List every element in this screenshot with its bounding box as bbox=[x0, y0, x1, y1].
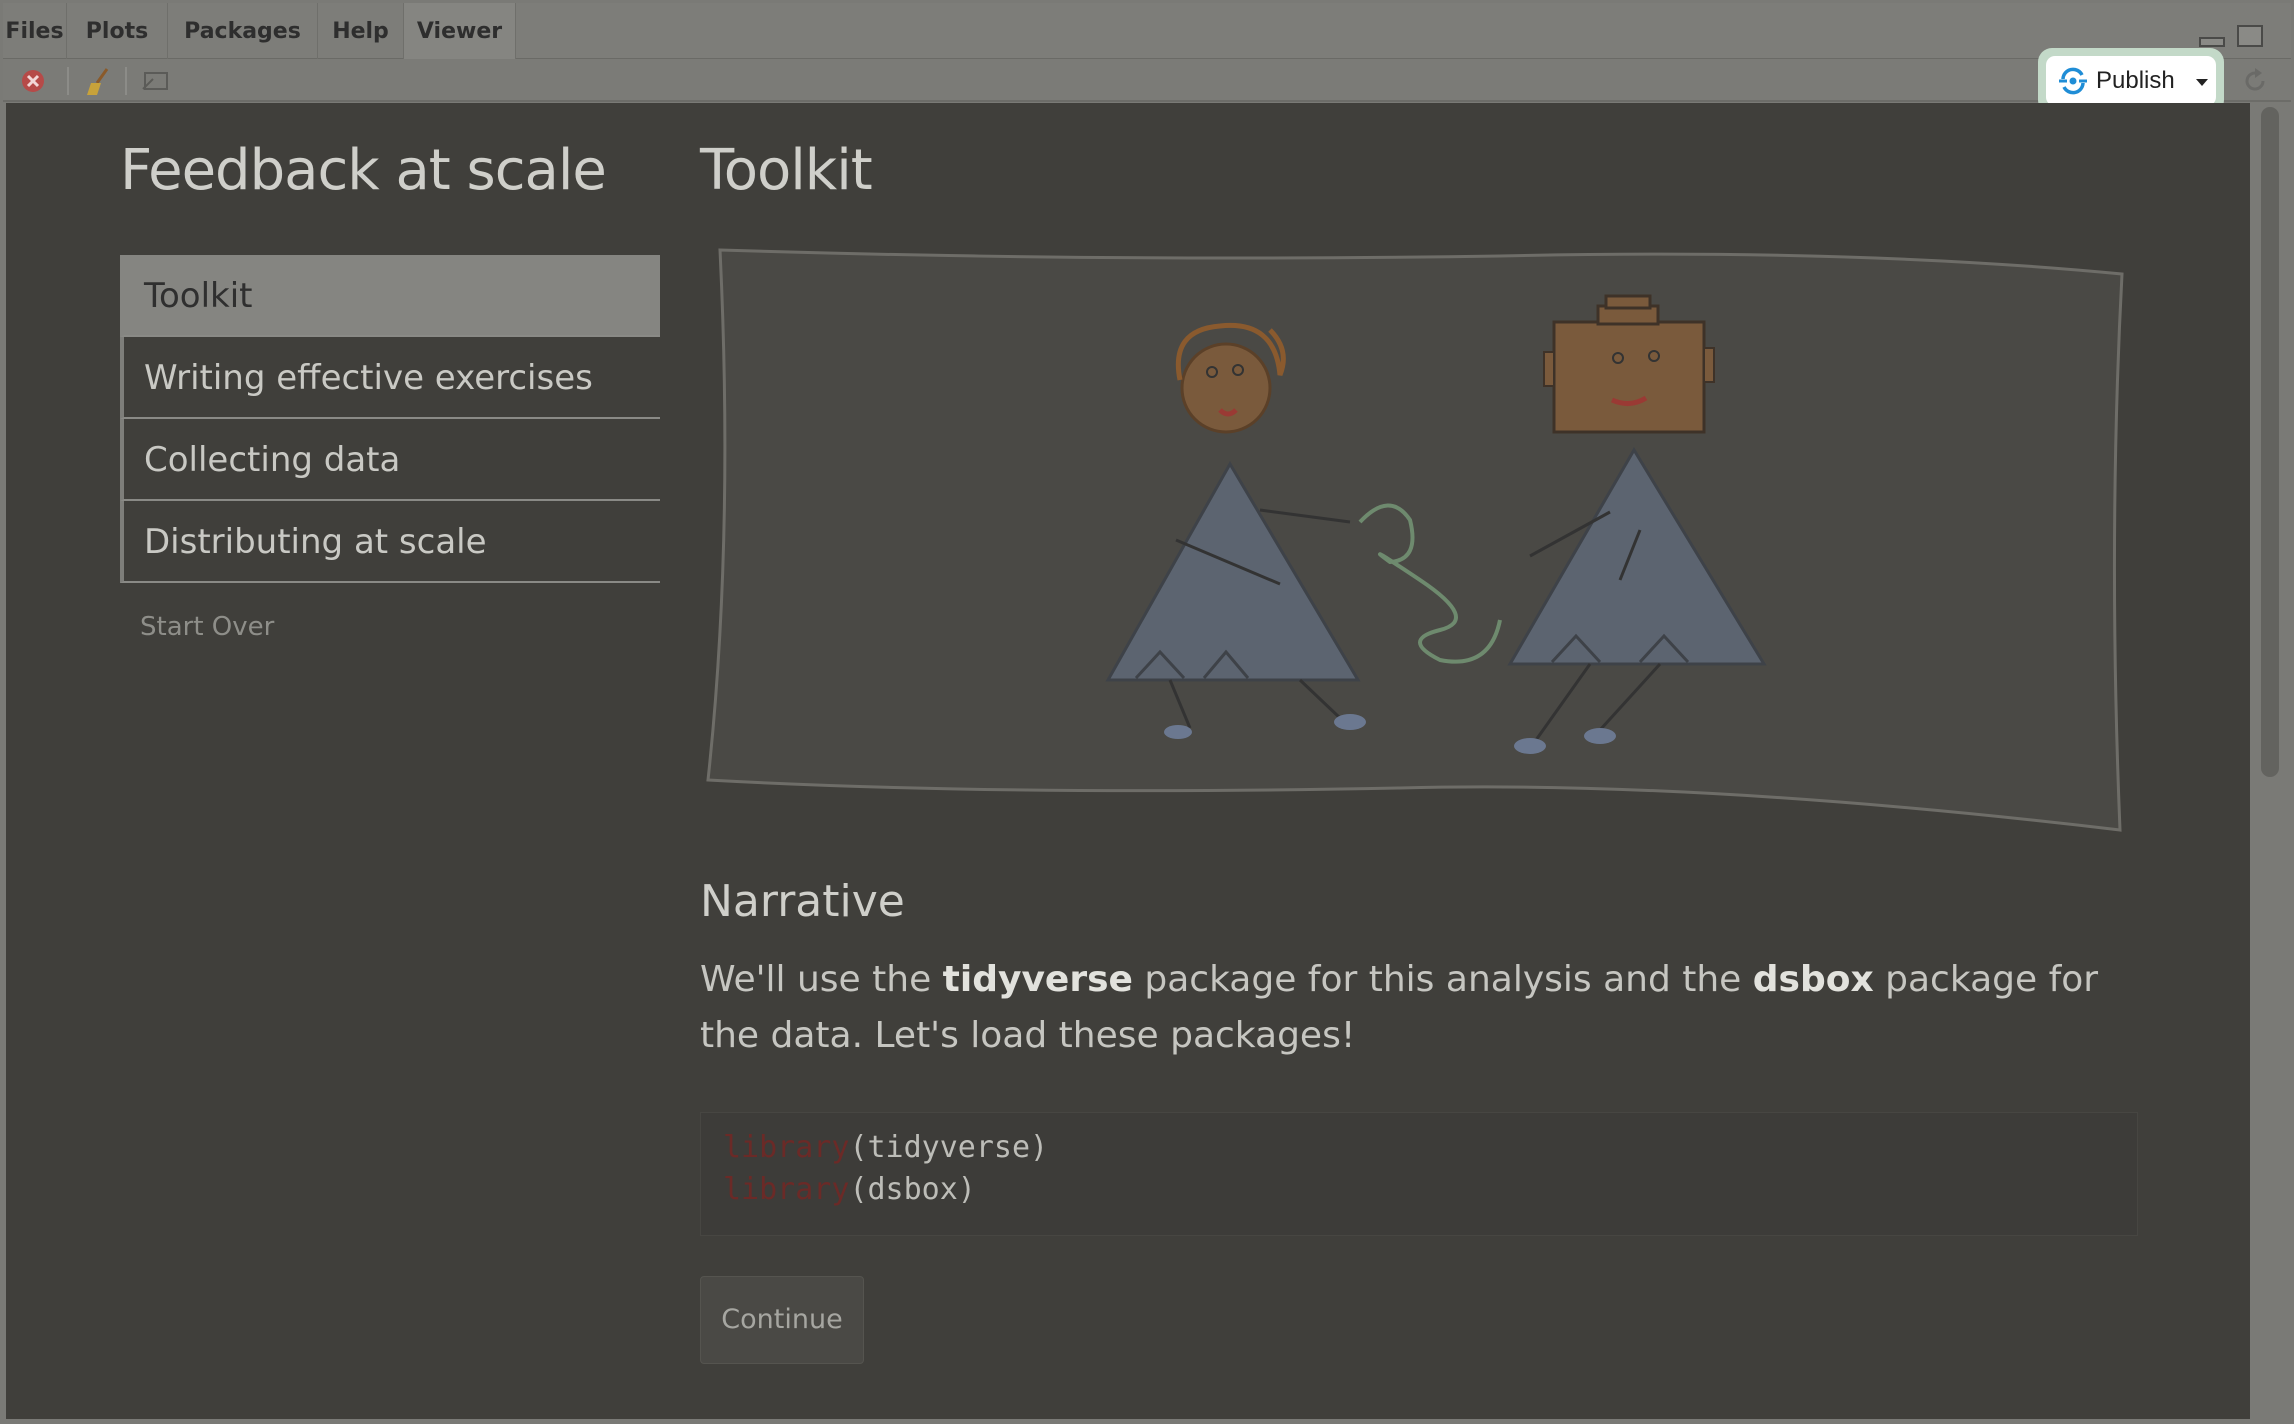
robot-shoe bbox=[1514, 738, 1546, 754]
robot-hat-top bbox=[1604, 294, 1652, 310]
girl-shoe bbox=[1164, 725, 1192, 739]
robot-shoe bbox=[1584, 728, 1616, 744]
tab-packages[interactable]: Packages bbox=[168, 3, 318, 59]
viewer-toolbar bbox=[3, 59, 2291, 102]
nav-item-toolkit[interactable]: Toolkit bbox=[120, 255, 660, 337]
code-argument: (dsbox) bbox=[849, 1172, 976, 1207]
start-over-link[interactable]: Start Over bbox=[140, 612, 274, 642]
toolbar-separator bbox=[125, 67, 127, 95]
tutorial-nav: Toolkit Writing effective exercises Coll… bbox=[120, 255, 660, 583]
toolbar-separator bbox=[67, 67, 69, 95]
continue-button[interactable]: Continue bbox=[700, 1276, 864, 1364]
clear-broom-icon[interactable] bbox=[83, 65, 115, 97]
code-line: library(dsbox) bbox=[723, 1169, 2115, 1211]
show-in-window-icon[interactable] bbox=[139, 65, 171, 97]
nav-item-writing-effective-exercises[interactable]: Writing effective exercises bbox=[120, 337, 660, 419]
minimize-pane-icon[interactable] bbox=[2199, 37, 2225, 47]
code-block: library(tidyverse) library(dsbox) bbox=[700, 1112, 2138, 1236]
tab-help[interactable]: Help bbox=[318, 3, 404, 59]
para-text: We'll use the bbox=[700, 959, 943, 1000]
publish-dropdown-icon[interactable] bbox=[2196, 79, 2208, 86]
robot-ear bbox=[1543, 351, 1555, 387]
girl-head bbox=[1180, 342, 1272, 434]
publish-label: Publish bbox=[2096, 67, 2175, 94]
tab-viewer[interactable]: Viewer bbox=[404, 3, 516, 59]
remove-viewer-icon[interactable] bbox=[17, 65, 49, 97]
code-function: library bbox=[723, 1172, 850, 1207]
code-line: library(tidyverse) bbox=[723, 1127, 2115, 1169]
para-package-dsbox: dsbox bbox=[1752, 959, 1874, 1000]
girl-shoe bbox=[1334, 714, 1366, 730]
tutorial-title: Feedback at scale bbox=[120, 138, 607, 203]
robot-head bbox=[1552, 320, 1706, 434]
para-text: package for this analysis and the bbox=[1132, 959, 1753, 1000]
robot-ear bbox=[1703, 347, 1715, 383]
toolkit-illustration bbox=[706, 248, 2124, 832]
narrative-paragraph: We'll use the tidyverse package for this… bbox=[700, 952, 2140, 1064]
refresh-icon[interactable] bbox=[2239, 65, 2271, 97]
para-package-tidyverse: tidyverse bbox=[942, 959, 1133, 1000]
pane-tab-bar: Files Plots Packages Help Viewer bbox=[3, 3, 2291, 59]
nav-item-collecting-data[interactable]: Collecting data bbox=[120, 419, 660, 501]
maximize-pane-icon[interactable] bbox=[2237, 25, 2263, 47]
tab-plots[interactable]: Plots bbox=[67, 3, 168, 59]
tab-files[interactable]: Files bbox=[3, 3, 67, 59]
section-title: Toolkit bbox=[700, 138, 873, 203]
code-function: library bbox=[723, 1130, 850, 1165]
publish-icon bbox=[2059, 67, 2087, 95]
publish-button[interactable]: Publish bbox=[2046, 56, 2216, 106]
narrative-heading: Narrative bbox=[700, 876, 905, 927]
blanket-shape bbox=[706, 248, 2124, 832]
scrollbar-thumb[interactable] bbox=[2261, 107, 2279, 777]
code-argument: (tidyverse) bbox=[849, 1130, 1049, 1165]
nav-item-distributing-at-scale[interactable]: Distributing at scale bbox=[120, 501, 660, 583]
